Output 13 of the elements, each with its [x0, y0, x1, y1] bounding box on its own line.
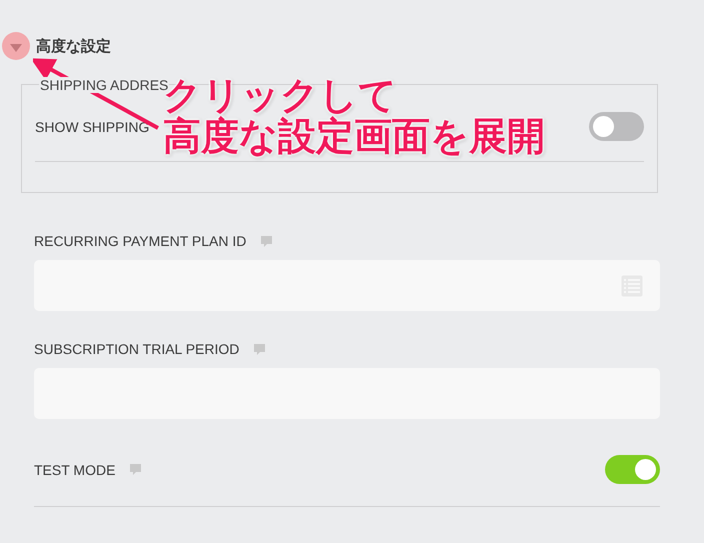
field-label: RECURRING PAYMENT PLAN ID	[34, 233, 246, 249]
field-label: SHOW SHIPPING	[35, 118, 150, 134]
group-legend: SHIPPING ADDRES	[39, 77, 170, 93]
field-label: TEST MODE	[34, 462, 116, 478]
toggle-switch[interactable]	[589, 112, 644, 141]
expand-toggle[interactable]	[2, 32, 30, 60]
comment-icon	[129, 463, 142, 476]
comment-icon	[253, 342, 266, 356]
toggle-switch[interactable]	[605, 455, 660, 484]
annotation-text: 高度な設定画面を展開	[163, 117, 545, 158]
section-title: 高度な設定	[36, 36, 111, 56]
field-label: SUBSCRIPTION TRIAL PERIOD	[34, 341, 240, 357]
comment-icon	[260, 234, 274, 248]
